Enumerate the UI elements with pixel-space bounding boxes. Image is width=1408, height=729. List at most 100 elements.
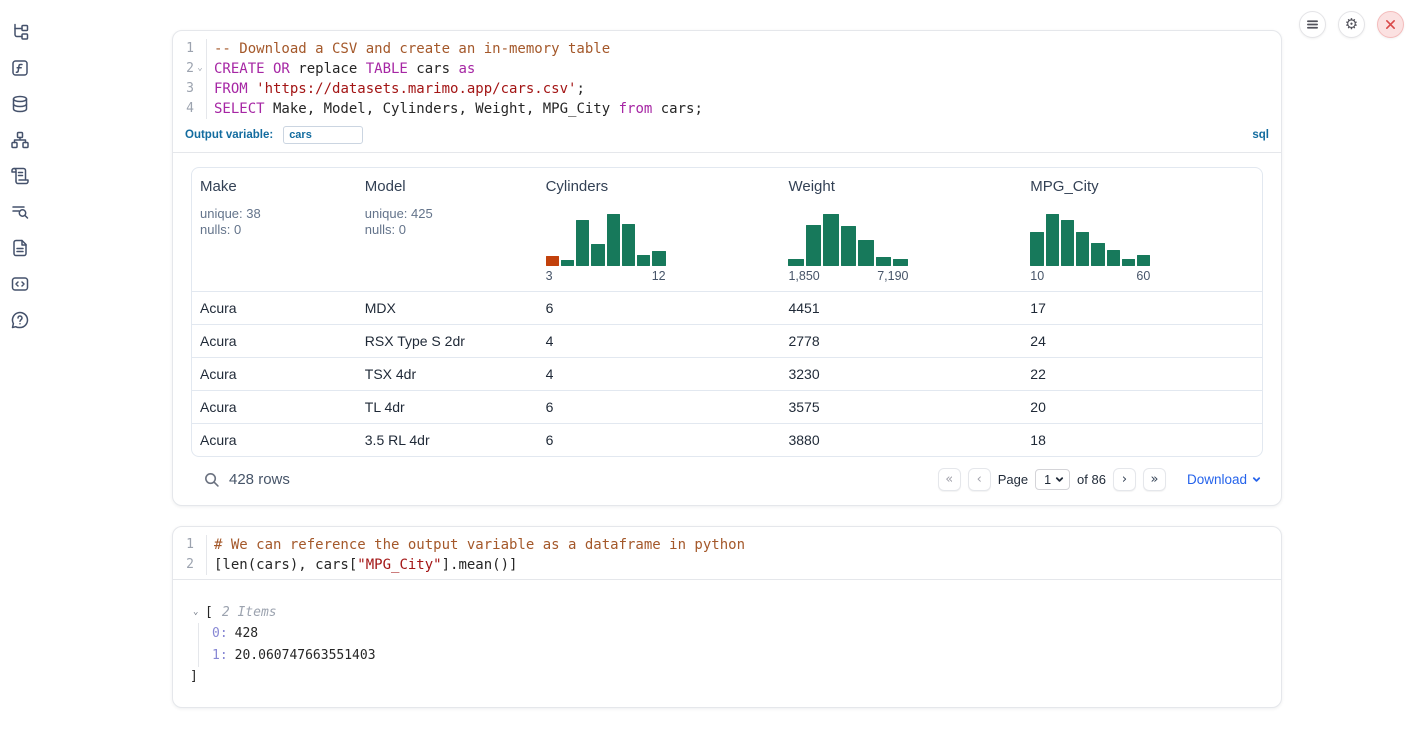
histogram-bar[interactable] bbox=[1030, 232, 1043, 266]
code-line[interactable]: 2[len(cars), cars["MPG_City"].mean()] bbox=[173, 555, 1281, 575]
column-name: MPG_City bbox=[1030, 178, 1254, 195]
code-editor[interactable]: 1-- Download a CSV and create an in-memo… bbox=[173, 31, 1281, 123]
histogram-bar[interactable] bbox=[1137, 255, 1150, 266]
code-line[interactable]: 3FROM 'https://datasets.marimo.app/cars.… bbox=[173, 79, 1281, 99]
histogram-bar[interactable] bbox=[858, 240, 873, 266]
snippets-icon[interactable] bbox=[10, 274, 30, 294]
fold-spacer bbox=[194, 99, 206, 119]
table-row[interactable]: AcuraMDX6445117 bbox=[192, 291, 1262, 324]
table-row[interactable]: AcuraTSX 4dr4323022 bbox=[192, 357, 1262, 390]
scratchpad-icon[interactable] bbox=[10, 166, 30, 186]
histogram-bar[interactable] bbox=[1122, 259, 1135, 266]
code-editor[interactable]: 1 # We can reference the output variable … bbox=[173, 527, 1281, 579]
histogram-bar[interactable] bbox=[546, 256, 559, 266]
close-button[interactable] bbox=[1377, 11, 1404, 38]
code-token: Make, Model, Cylinders, Weight, MPG_City bbox=[265, 101, 619, 117]
column-name: Make bbox=[200, 178, 349, 195]
line-number: 2 bbox=[173, 59, 194, 79]
code-token: cars; bbox=[652, 101, 703, 117]
column-header-make[interactable]: Makeunique: 38nulls: 0 bbox=[192, 168, 357, 291]
histogram-bar[interactable] bbox=[622, 224, 635, 266]
page-total: of 86 bbox=[1077, 472, 1106, 487]
histogram-bar[interactable] bbox=[823, 214, 838, 266]
code-line[interactable]: 4SELECT Make, Model, Cylinders, Weight, … bbox=[173, 99, 1281, 119]
histogram-bar[interactable] bbox=[1061, 220, 1074, 266]
logs-icon[interactable] bbox=[10, 202, 30, 222]
code-token: CREATE OR bbox=[214, 61, 290, 77]
histogram-bar[interactable] bbox=[1107, 250, 1120, 266]
histogram-bar[interactable] bbox=[1046, 214, 1059, 266]
histogram-bar[interactable] bbox=[607, 214, 620, 266]
histogram-bar[interactable] bbox=[637, 255, 650, 266]
column-header-model[interactable]: Modelunique: 425nulls: 0 bbox=[357, 168, 538, 291]
axis-min-label: 3 bbox=[546, 269, 553, 283]
table-row[interactable]: AcuraTL 4dr6357520 bbox=[192, 390, 1262, 423]
list-item: 1:20.060747663551403 bbox=[212, 645, 1281, 667]
column-name: Model bbox=[365, 178, 530, 195]
menu-button[interactable] bbox=[1299, 11, 1326, 38]
histogram-bars bbox=[1030, 214, 1150, 266]
code-line[interactable]: 1 # We can reference the output variable … bbox=[173, 535, 1281, 555]
histogram-bar[interactable] bbox=[652, 251, 665, 266]
histogram-bar[interactable] bbox=[876, 257, 891, 266]
settings-button[interactable]: ⚙ bbox=[1338, 11, 1365, 38]
histogram-bar[interactable] bbox=[1076, 232, 1089, 266]
gear-icon: ⚙ bbox=[1345, 17, 1358, 32]
histogram-axis: 312 bbox=[546, 269, 666, 283]
histogram-bar[interactable] bbox=[893, 259, 908, 266]
line-number: 2 bbox=[173, 555, 194, 575]
code-token: FROM bbox=[214, 81, 248, 97]
sidebar bbox=[10, 22, 30, 330]
output-variable-row: Output variable: sql bbox=[173, 123, 1281, 152]
table-cell: 17 bbox=[1022, 300, 1262, 316]
table-cell: 24 bbox=[1022, 333, 1262, 349]
table-cell: Acura bbox=[192, 366, 357, 382]
documentation-icon[interactable] bbox=[10, 238, 30, 258]
next-page-button[interactable]: › bbox=[1113, 468, 1136, 491]
fold-spacer bbox=[194, 555, 206, 575]
code-text: # We can reference the output variable a… bbox=[206, 535, 1281, 555]
table-cell: 2778 bbox=[780, 333, 1022, 349]
histogram-bar[interactable] bbox=[1091, 243, 1104, 266]
code-token: cars bbox=[408, 61, 459, 77]
axis-max-label: 60 bbox=[1136, 269, 1150, 283]
help-icon[interactable] bbox=[10, 310, 30, 330]
search-icon[interactable] bbox=[203, 471, 220, 488]
fold-chevron-icon[interactable]: ⌄ bbox=[194, 59, 206, 79]
table-row[interactable]: AcuraRSX Type S 2dr4277824 bbox=[192, 324, 1262, 357]
first-page-button[interactable]: « bbox=[938, 468, 961, 491]
database-icon[interactable] bbox=[10, 94, 30, 114]
table-cell: 3880 bbox=[780, 432, 1022, 448]
file-tree-icon[interactable] bbox=[10, 22, 30, 42]
entry-index: 0: bbox=[212, 626, 228, 641]
axis-min-label: 10 bbox=[1030, 269, 1044, 283]
code-token: [len(cars), cars[ bbox=[214, 557, 357, 573]
histogram-bar[interactable] bbox=[576, 220, 589, 266]
column-header-cylinders[interactable]: Cylinders312 bbox=[538, 168, 781, 291]
menu-icon bbox=[1306, 18, 1319, 31]
histogram-bar[interactable] bbox=[841, 226, 856, 266]
entry-index: 1: bbox=[212, 648, 228, 663]
histogram-bar[interactable] bbox=[591, 244, 604, 266]
column-header-weight[interactable]: Weight1,8507,190 bbox=[780, 168, 1022, 291]
code-line[interactable]: 2⌄CREATE OR replace TABLE cars as bbox=[173, 59, 1281, 79]
histogram-bar[interactable] bbox=[806, 225, 821, 266]
prev-page-button[interactable]: ‹ bbox=[968, 468, 991, 491]
data-table: Makeunique: 38nulls: 0Modelunique: 425nu… bbox=[191, 167, 1263, 457]
collapse-chevron-icon[interactable]: ⌄ bbox=[193, 602, 205, 623]
column-header-mpg_city[interactable]: MPG_City 10 60 bbox=[1022, 168, 1262, 291]
histogram-bar[interactable] bbox=[788, 259, 803, 266]
download-button[interactable]: Download bbox=[1187, 472, 1261, 487]
table-cell: Acura bbox=[192, 432, 357, 448]
dependency-graph-icon[interactable] bbox=[10, 130, 30, 150]
code-line[interactable]: 1-- Download a CSV and create an in-memo… bbox=[173, 39, 1281, 59]
histogram-axis: 1,8507,190 bbox=[788, 269, 908, 283]
table-row[interactable]: Acura3.5 RL 4dr6388018 bbox=[192, 423, 1262, 456]
histogram-bar[interactable] bbox=[561, 260, 574, 266]
page-select[interactable]: 1 bbox=[1035, 469, 1070, 490]
table-cell: TSX 4dr bbox=[357, 366, 538, 382]
line-number: 1 bbox=[173, 535, 194, 555]
last-page-button[interactable]: » bbox=[1143, 468, 1166, 491]
functions-icon[interactable] bbox=[10, 58, 30, 78]
output-variable-input[interactable] bbox=[283, 126, 363, 144]
